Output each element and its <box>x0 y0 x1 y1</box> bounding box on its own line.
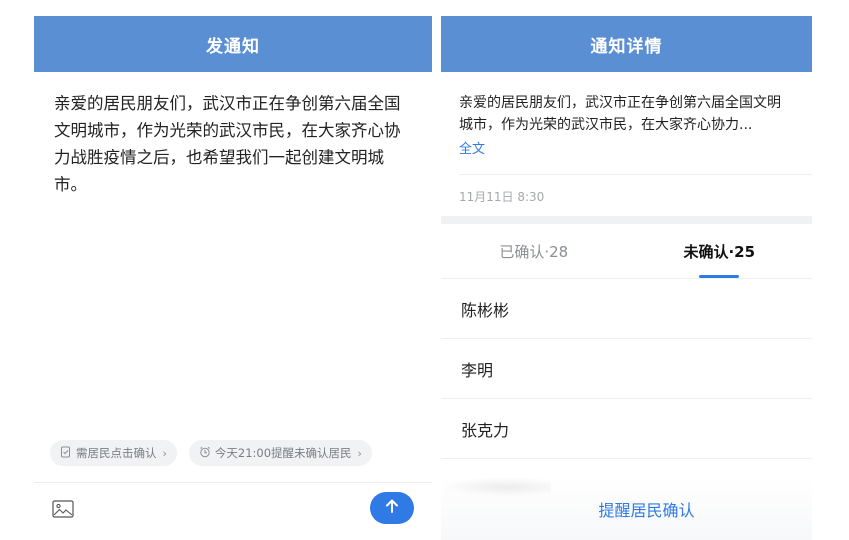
resident-name: 李明 <box>461 360 494 380</box>
toolbar-divider <box>34 482 432 483</box>
send-button[interactable] <box>370 492 414 524</box>
confirm-required-label: 需居民点击确认 <box>76 446 157 460</box>
tab-unconfirmed[interactable]: 未确认·25 <box>627 224 813 278</box>
resident-name: 陈彬彬 <box>461 300 510 320</box>
remind-residents-label: 提醒居民确认 <box>598 500 695 520</box>
compose-title: 发通知 <box>206 36 260 57</box>
tab-confirmed-label: 已确认·28 <box>499 242 569 261</box>
full-text-link[interactable]: 全文 <box>441 136 812 157</box>
checklist-icon <box>60 446 72 461</box>
confirm-status-tabs: 已确认·28 未确认·25 <box>441 224 812 278</box>
unconfirmed-resident-list: 陈彬彬 李明 张克力 <box>441 279 812 459</box>
alarm-clock-icon <box>199 446 211 461</box>
compose-body-input[interactable]: 亲爱的居民朋友们，武汉市正在争创第六届全国文明城市，作为光荣的武汉市民，在大家齐… <box>34 72 432 198</box>
section-divider <box>441 216 812 224</box>
shadow-decoration <box>441 477 551 497</box>
option-chips: 需居民点击确认 › 今天21:00提醒未确认居民 › <box>50 440 372 466</box>
reminder-time-chip[interactable]: 今天21:00提醒未确认居民 › <box>188 440 372 466</box>
resident-name: 张克力 <box>461 420 510 440</box>
detail-panel: 通知详情 亲爱的居民朋友们，武汉市正在争创第六届全国文明城市，作为光荣的武汉市民… <box>441 16 812 540</box>
image-icon[interactable] <box>52 500 74 518</box>
compose-header: 发通知 <box>34 16 432 72</box>
chevron-right-icon: › <box>162 446 167 460</box>
arrow-up-icon <box>384 498 400 519</box>
notice-preview-text: 亲爱的居民朋友们，武汉市正在争创第六届全国文明城市，作为光荣的武汉市民，在大家齐… <box>459 95 781 133</box>
list-item[interactable]: 陈彬彬 <box>441 279 812 339</box>
compose-panel: 发通知 亲爱的居民朋友们，武汉市正在争创第六届全国文明城市，作为光荣的武汉市民，… <box>34 16 432 540</box>
divider <box>459 174 812 175</box>
chevron-right-icon: › <box>357 446 362 460</box>
list-item[interactable]: 李明 <box>441 339 812 399</box>
confirm-required-chip[interactable]: 需居民点击确认 › <box>50 440 177 466</box>
detail-header: 通知详情 <box>441 16 812 72</box>
tab-unconfirmed-label: 未确认·25 <box>683 242 756 261</box>
notice-timestamp: 11月11日 8:30 <box>459 190 545 204</box>
detail-title: 通知详情 <box>590 36 663 57</box>
tab-confirmed[interactable]: 已确认·28 <box>441 224 627 278</box>
reminder-time-label: 今天21:00提醒未确认居民 <box>214 446 352 460</box>
list-item[interactable]: 张克力 <box>441 399 812 459</box>
